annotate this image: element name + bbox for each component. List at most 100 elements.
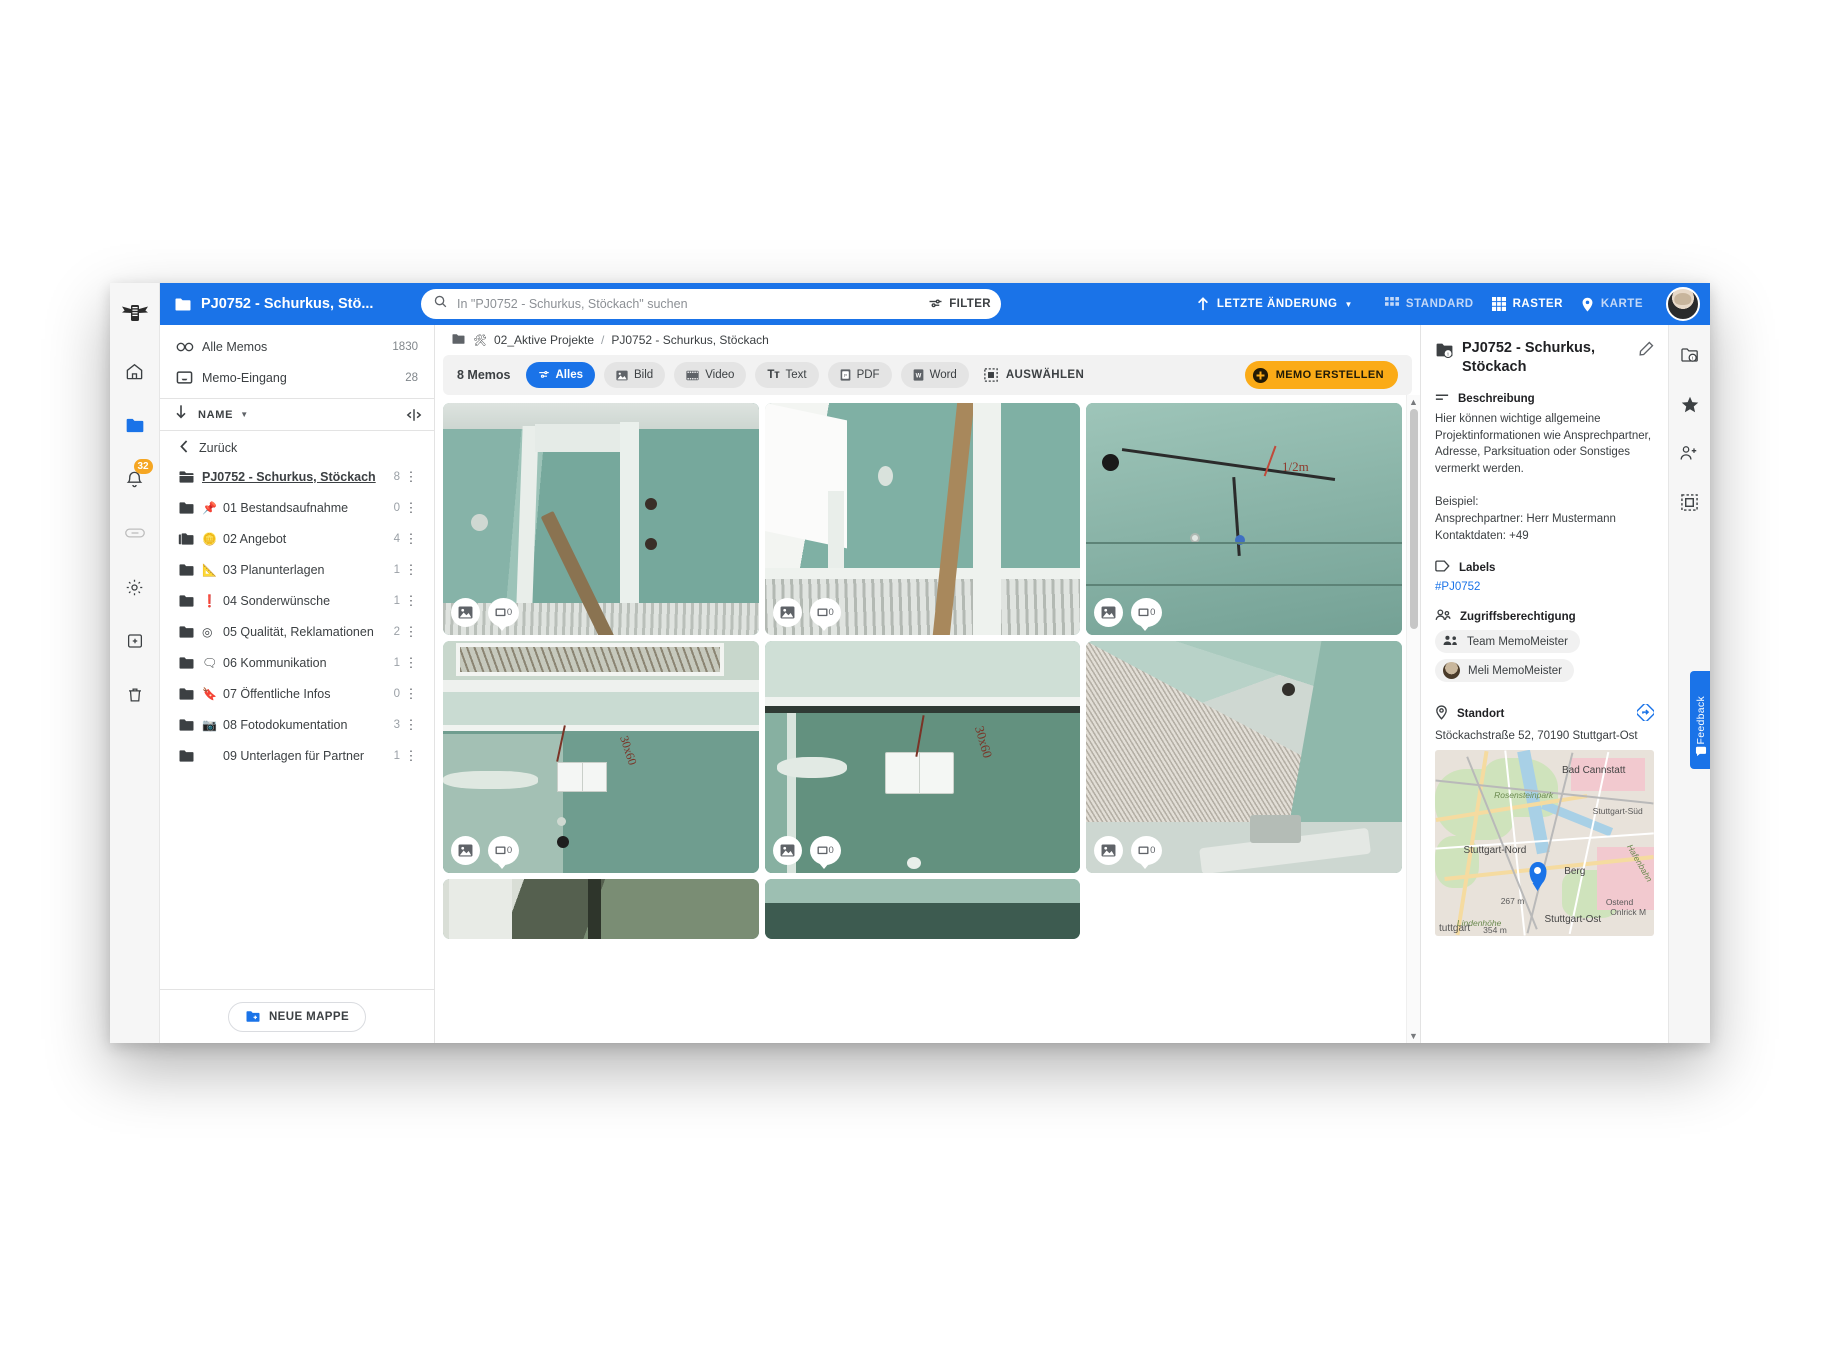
- memo-tile[interactable]: 1/2m 0: [1086, 403, 1402, 635]
- scroll-down-icon[interactable]: ▼: [1409, 1031, 1418, 1041]
- breadcrumb-current: PJ0752 - Schurkus, Stöckach: [611, 333, 769, 347]
- home-icon[interactable]: [115, 351, 155, 391]
- chevron-down-icon[interactable]: ▼: [240, 410, 248, 419]
- chip-pdf[interactable]: P PDF: [827, 362, 892, 388]
- trash-icon[interactable]: [115, 675, 155, 715]
- sidebar-folder-08[interactable]: 📷 08 Fotodokumentation 3 ⋮: [160, 709, 434, 740]
- current-folder-title[interactable]: PJ0752 - Schurkus, Stö...: [174, 296, 399, 312]
- select-area-icon[interactable]: [1674, 486, 1706, 518]
- memo-tile[interactable]: 0: [443, 403, 759, 635]
- star-icon[interactable]: [1674, 388, 1706, 420]
- memo-tile[interactable]: 0: [764, 403, 1081, 635]
- sidebar-resize-handle[interactable]: [406, 408, 422, 422]
- sidebar-folder-02[interactable]: 🪙 02 Angebot 4 ⋮: [160, 523, 434, 554]
- breadcrumb-parent[interactable]: 02_Aktive Projekte: [494, 333, 594, 347]
- sort-direction-icon[interactable]: [174, 404, 188, 425]
- feedback-tab[interactable]: Feedback: [1690, 671, 1710, 769]
- access-item-group[interactable]: Team MemoMeister: [1435, 630, 1580, 654]
- sidebar-item-memo-eingang[interactable]: Memo-Eingang 28: [160, 362, 434, 393]
- chip-bild[interactable]: Bild: [604, 362, 666, 388]
- memo-tile[interactable]: 0: [1086, 641, 1402, 873]
- label-value[interactable]: #PJ0752: [1435, 581, 1654, 593]
- folder-stack-icon: [178, 532, 202, 546]
- sidebar-folder-07[interactable]: 🔖 07 Öffentliche Infos 0 ⋮: [160, 678, 434, 709]
- sidebar-item-folders[interactable]: [115, 405, 155, 445]
- location-map[interactable]: Bad Cannstatt Rosensteinpark Stuttgart-N…: [1435, 750, 1654, 937]
- search-box[interactable]: FILTER: [421, 289, 1001, 319]
- grid-scrollbar[interactable]: ▲ ▼: [1406, 395, 1420, 1043]
- folder-label: 02 Angebot: [223, 531, 287, 546]
- map-label: Stuttgart-Ost: [1544, 914, 1602, 926]
- arrow-up-icon: [1197, 297, 1208, 311]
- folder-menu-icon[interactable]: ⋮: [400, 624, 422, 640]
- folder-menu-icon[interactable]: ⋮: [400, 500, 422, 516]
- scroll-up-icon[interactable]: ▲: [1409, 397, 1418, 407]
- select-button[interactable]: AUSWÄHLEN: [984, 368, 1084, 382]
- folder-menu-icon[interactable]: ⋮: [400, 655, 422, 671]
- folder-label: 03 Planunterlagen: [223, 562, 325, 577]
- comment-badge[interactable]: 0: [488, 598, 519, 631]
- image-badge-icon[interactable]: [451, 836, 480, 865]
- sidebar-folder-06[interactable]: 🗨 06 Kommunikation 1 ⋮: [160, 647, 434, 678]
- sidebar-folder-pj0752[interactable]: PJ0752 - Schurkus, Stöckach 8 ⋮: [160, 461, 434, 492]
- sidebar-item-alle-memos[interactable]: Alle Memos 1830: [160, 331, 434, 362]
- directions-icon[interactable]: [1635, 703, 1656, 724]
- archive-box-icon[interactable]: [115, 621, 155, 661]
- image-badge-icon[interactable]: [1094, 836, 1124, 865]
- folder-menu-icon[interactable]: ⋮: [400, 562, 422, 578]
- memo-tile[interactable]: [443, 879, 759, 939]
- chip-word[interactable]: W Word: [900, 362, 969, 388]
- access-item-person[interactable]: Meli MemoMeister: [1435, 659, 1574, 683]
- bell-icon[interactable]: 32: [115, 459, 155, 499]
- link-icon[interactable]: [115, 513, 155, 553]
- create-memo-button[interactable]: MEMO ERSTELLEN: [1244, 361, 1398, 389]
- gear-icon[interactable]: [115, 567, 155, 607]
- folder-count: 8: [393, 470, 400, 483]
- image-badge-icon[interactable]: [772, 836, 802, 865]
- filter-button[interactable]: FILTER: [920, 298, 991, 311]
- memo-tile[interactable]: 30x60 0: [443, 641, 759, 873]
- folder-menu-icon[interactable]: ⋮: [400, 531, 422, 547]
- folder-menu-icon[interactable]: ⋮: [400, 686, 422, 702]
- scrollbar-thumb[interactable]: [1409, 409, 1418, 629]
- view-karte-button[interactable]: KARTE: [1572, 297, 1652, 312]
- comment-count: 0: [1150, 845, 1156, 856]
- view-raster-button[interactable]: RASTER: [1483, 297, 1572, 311]
- chip-video[interactable]: Video: [674, 362, 747, 388]
- comment-badge[interactable]: 0: [809, 598, 841, 631]
- folder-count: 4: [393, 532, 400, 545]
- add-person-icon[interactable]: [1674, 437, 1706, 469]
- comment-badge[interactable]: 0: [809, 836, 841, 869]
- sidebar-folder-03[interactable]: 📐 03 Planunterlagen 1 ⋮: [160, 554, 434, 585]
- image-badge-icon[interactable]: [1094, 598, 1124, 627]
- folder-menu-icon[interactable]: ⋮: [400, 748, 422, 764]
- memo-tile[interactable]: [764, 879, 1081, 939]
- sort-order-button[interactable]: LETZTE ÄNDERUNG ▼: [1187, 296, 1362, 312]
- comment-badge[interactable]: 0: [1131, 598, 1163, 631]
- image-badge-icon[interactable]: [451, 598, 480, 627]
- view-standard-button[interactable]: STANDARD: [1376, 297, 1483, 311]
- search-input[interactable]: [457, 297, 921, 311]
- sort-row[interactable]: NAME ▼: [160, 399, 434, 431]
- memomeister-logo[interactable]: [115, 293, 155, 333]
- comment-badge[interactable]: 0: [488, 836, 519, 869]
- sidebar-folder-04[interactable]: ❗ 04 Sonderwünsche 1 ⋮: [160, 585, 434, 616]
- edit-pencil-icon[interactable]: [1639, 339, 1654, 361]
- chip-alles[interactable]: Alles: [525, 362, 595, 388]
- folder-menu-icon[interactable]: ⋮: [400, 717, 422, 733]
- new-folder-button[interactable]: NEUE MAPPE: [227, 1001, 367, 1032]
- comment-badge[interactable]: 0: [1131, 836, 1163, 869]
- svg-text:W: W: [915, 374, 921, 380]
- back-button[interactable]: Zurück: [160, 434, 434, 461]
- sidebar-folder-05[interactable]: ◎ 05 Qualität, Reklamationen 2 ⋮: [160, 616, 434, 647]
- chip-text[interactable]: Tт Text: [755, 362, 819, 388]
- folder-menu-icon[interactable]: ⋮: [400, 593, 422, 609]
- folder-menu-icon[interactable]: ⋮: [400, 469, 422, 485]
- image-badge-icon[interactable]: [772, 598, 802, 627]
- memo-tile[interactable]: 30x60 0: [764, 641, 1081, 873]
- sidebar-folder-09[interactable]: 09 Unterlagen für Partner 1 ⋮: [160, 740, 434, 771]
- sidebar-folder-01[interactable]: 📌 01 Bestandsaufnahme 0 ⋮: [160, 492, 434, 523]
- avatar[interactable]: [1666, 287, 1700, 321]
- view-standard-label: STANDARD: [1405, 298, 1474, 310]
- folder-info-icon[interactable]: i: [1674, 339, 1706, 371]
